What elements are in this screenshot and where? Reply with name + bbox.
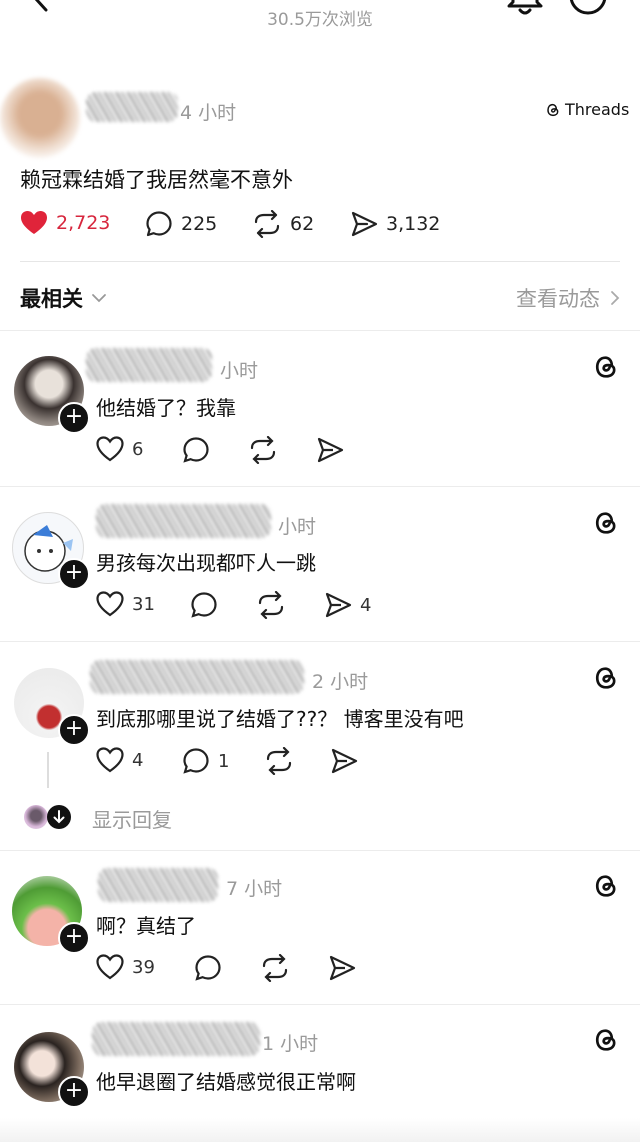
threads-source-badge[interactable]: Threads	[545, 100, 629, 119]
send-icon[interactable]	[330, 747, 358, 775]
post-text: 赖冠霖结婚了我居然毫不意外	[20, 168, 293, 192]
comment-username-blurred	[92, 1022, 260, 1056]
follow-plus-button[interactable]: +	[58, 402, 90, 434]
sort-label: 最相关	[20, 287, 83, 311]
comment-reply-button[interactable]: 1	[182, 747, 229, 775]
sort-divider	[0, 330, 640, 331]
comment-bubble-icon[interactable]	[194, 954, 222, 982]
send-icon	[351, 211, 378, 237]
post-time: 4 小时	[180, 102, 237, 124]
post-avatar-blurred[interactable]	[0, 78, 80, 158]
threads-logo-icon[interactable]	[592, 664, 620, 692]
comment-time: 1 小时	[262, 1033, 319, 1055]
comment-like-count: 4	[132, 749, 144, 771]
repost-button[interactable]: 62	[252, 210, 314, 238]
heart-outline-icon	[96, 747, 124, 773]
comment-username-blurred	[96, 504, 271, 538]
comment-time: 7 小时	[226, 878, 283, 900]
comment-bubble-icon[interactable]	[182, 436, 210, 464]
follow-plus-button[interactable]: +	[58, 922, 90, 954]
follow-plus-button[interactable]: +	[58, 558, 90, 590]
comment-username-blurred	[86, 348, 212, 382]
share-count: 3,132	[386, 213, 441, 235]
threads-logo-icon[interactable]	[592, 353, 620, 381]
comment-like-button[interactable]: 6	[96, 436, 143, 462]
comment-text: 他结婚了？我靠	[96, 396, 236, 420]
follow-plus-button[interactable]: +	[58, 1076, 90, 1108]
comment-divider	[0, 850, 640, 851]
comment-reply-count: 1	[218, 750, 230, 772]
threads-logo-icon[interactable]	[592, 1026, 620, 1054]
comment-like-count: 39	[132, 956, 155, 978]
comment-text: 到底那哪里说了结婚了??？ 博客里没有吧	[96, 707, 464, 731]
chevron-right-icon	[611, 291, 620, 305]
threads-logo-icon[interactable]	[592, 509, 620, 537]
bell-icon[interactable]	[505, 0, 545, 20]
threads-logo-icon[interactable]	[592, 872, 620, 900]
heart-filled-icon	[21, 211, 47, 234]
comment-share-count: 4	[360, 594, 372, 616]
reply-thread-line	[47, 752, 49, 788]
chevron-down-icon	[92, 294, 106, 303]
comment-bubble-icon[interactable]	[190, 591, 218, 619]
repost-icon[interactable]	[256, 591, 286, 619]
view-activity-label: 查看动态	[516, 287, 600, 311]
comment-bubble-icon	[183, 748, 209, 774]
comment-divider	[0, 641, 640, 642]
heart-outline-icon	[96, 436, 124, 462]
view-activity-link[interactable]: 查看动态	[516, 283, 620, 313]
heart-outline-icon	[96, 591, 124, 617]
send-icon[interactable]	[328, 954, 356, 982]
comment-username-blurred	[98, 868, 218, 902]
comment-like-count: 31	[132, 593, 155, 615]
repost-icon[interactable]	[260, 954, 290, 982]
comment-button[interactable]: 225	[145, 210, 217, 238]
comment-bubble-icon	[146, 211, 172, 237]
post-divider	[20, 261, 620, 262]
comment-count: 225	[181, 213, 218, 235]
repost-icon[interactable]	[264, 747, 294, 775]
heart-outline-icon	[96, 954, 124, 980]
comment-divider	[0, 1004, 640, 1005]
comment-text: 他早退圈了结婚感觉很正常啊	[96, 1070, 356, 1094]
repost-count: 62	[290, 213, 315, 235]
show-replies-link[interactable]: 显示回复	[92, 804, 172, 833]
sort-dropdown[interactable]: 最相关	[20, 283, 107, 313]
comment-like-button[interactable]: 31	[96, 591, 155, 617]
more-icon[interactable]	[568, 0, 608, 20]
comment-text: 男孩每次出现都吓人一跳	[96, 551, 316, 575]
comment-like-count: 6	[132, 438, 144, 460]
send-icon[interactable]	[316, 436, 344, 464]
share-button[interactable]: 3,132	[350, 210, 440, 238]
like-button[interactable]: 2,723	[20, 210, 110, 236]
threads-source-label: Threads	[565, 100, 630, 119]
repost-icon	[254, 210, 280, 238]
comment-username-blurred	[90, 660, 304, 694]
comment-divider	[0, 486, 640, 487]
comment-share-button[interactable]: 4	[324, 591, 371, 619]
comment-time: 2 小时	[312, 671, 369, 693]
threads-logo-icon	[547, 103, 559, 116]
comment-time: 小时	[278, 516, 317, 538]
comment-like-button[interactable]: 4	[96, 747, 143, 773]
expand-down-icon[interactable]	[46, 804, 72, 830]
comment-like-button[interactable]: 39	[96, 954, 155, 980]
bottom-fade	[0, 1118, 640, 1142]
repost-icon[interactable]	[248, 436, 278, 464]
like-count: 2,723	[56, 212, 111, 234]
follow-plus-button[interactable]: +	[58, 714, 90, 746]
comment-text: 啊？真结了	[96, 914, 196, 938]
post-username-blurred	[86, 92, 178, 122]
reply-avatar-small	[24, 805, 48, 829]
comment-time: 小时	[220, 360, 259, 382]
send-icon	[325, 592, 352, 618]
